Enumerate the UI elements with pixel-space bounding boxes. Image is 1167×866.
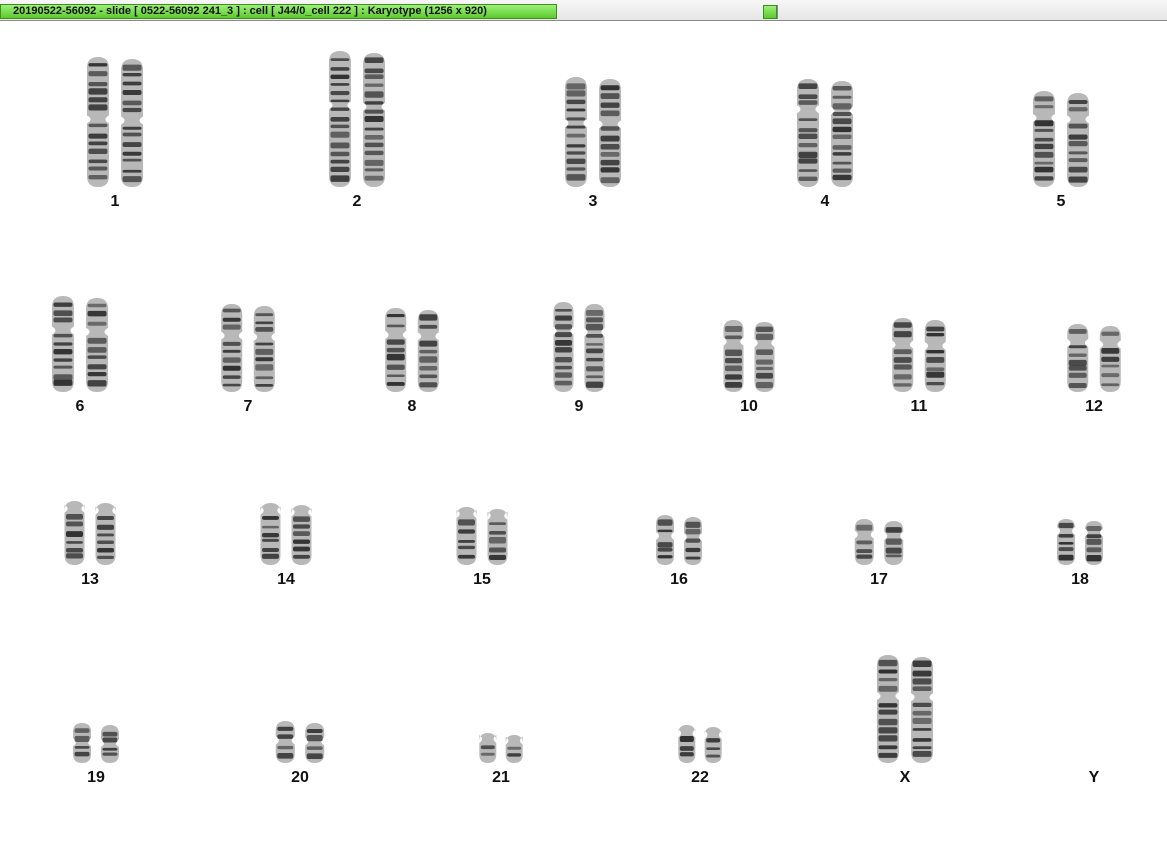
chromosome-pair-22[interactable]: [0, 22, 1167, 866]
chromosome-15-label: 15: [473, 571, 491, 588]
chromosome-12-label: 12: [1085, 398, 1103, 415]
chromosome-pair-16[interactable]: [0, 22, 1167, 866]
chromosome-21-label: 21: [492, 769, 510, 786]
chromatid-left: [723, 320, 744, 392]
chromosome-3-label: 3: [588, 193, 598, 210]
chromatid-left: [553, 302, 574, 392]
chromatid-left: [1057, 519, 1076, 565]
chromatid-right: [291, 505, 312, 565]
chromosome-7-label: 7: [243, 398, 253, 415]
chromatid-left: [678, 725, 696, 763]
chromatid-right: [100, 725, 119, 763]
chromatid-left: [456, 507, 477, 565]
chromosome-pair-7[interactable]: [0, 22, 1167, 866]
chromatid-right: [704, 727, 722, 763]
chromatid-left: [1067, 324, 1089, 392]
chromosome-pair-10[interactable]: [0, 22, 1167, 866]
chromatid-right: [1084, 521, 1103, 565]
karyotype-canvas: 1 2 3 4 5 6 7 8 9 10 11 12 13 14 15 16 17 18 19 20 21 22 X Y: [0, 22, 1167, 866]
chromatid-left: [892, 318, 914, 392]
chromosome-2-label: 2: [352, 193, 362, 210]
chromatid-left: [51, 296, 74, 392]
chromatid-left: [796, 79, 819, 187]
chromosome-18-label: 18: [1071, 571, 1089, 588]
chromosome-17-label: 17: [870, 571, 888, 588]
chromosome-9-label: 9: [574, 398, 584, 415]
chromosome-pair-8[interactable]: [0, 22, 1167, 866]
chromatid-left: [328, 51, 351, 187]
chromosome-pair-13[interactable]: [0, 22, 1167, 866]
chromosome-pair-3[interactable]: [0, 22, 1167, 866]
chromatid-right: [363, 53, 386, 187]
title-separator: [777, 5, 778, 19]
chromatid-left: [564, 77, 587, 187]
title-marker-icon[interactable]: [763, 5, 777, 19]
chromatid-right: [754, 322, 775, 392]
chromatid-right: [417, 310, 439, 392]
chromatid-left: [479, 733, 497, 763]
chromatid-right: [924, 320, 946, 392]
chromatid-right: [683, 517, 702, 565]
chromosome-y-label: Y: [1088, 769, 1100, 786]
chromatid-left: [73, 723, 92, 763]
chromosome-13-label: 13: [81, 571, 99, 588]
chromatid-right: [831, 81, 854, 187]
chromosome-x-label: X: [899, 769, 911, 786]
chromatid-left: [876, 655, 899, 763]
chromosome-pair-4[interactable]: [0, 22, 1167, 866]
chromosome-10-label: 10: [740, 398, 758, 415]
chromosome-16-label: 16: [670, 571, 688, 588]
chromatid-left: [656, 515, 675, 565]
chromatid-right: [911, 657, 934, 763]
chromosome-pair-12[interactable]: [0, 22, 1167, 866]
chromatid-right: [487, 509, 508, 565]
chromosome-14-label: 14: [277, 571, 295, 588]
chromatid-right: [584, 304, 605, 392]
chromosome-pair-21[interactable]: [0, 22, 1167, 866]
chromatid-right: [305, 723, 325, 763]
chromatid-left: [64, 501, 85, 565]
chromosome-pair-17[interactable]: [0, 22, 1167, 866]
window-title-tab[interactable]: 20190522-56092 - slide [ 0522-56092 241_…: [0, 4, 557, 19]
chromosome-pair-2[interactable]: [0, 22, 1167, 866]
chromatid-left: [221, 304, 243, 392]
chromatid-left: [1032, 91, 1055, 187]
window-titlebar: 20190522-56092 - slide [ 0522-56092 241_…: [0, 0, 1167, 21]
chromosome-22-label: 22: [691, 769, 709, 786]
chromatid-left: [854, 519, 874, 565]
chromosome-pair-20[interactable]: [0, 22, 1167, 866]
chromosome-pair-5[interactable]: [0, 22, 1167, 866]
chromatid-left: [260, 503, 281, 565]
chromatid-right: [884, 521, 904, 565]
chromatid-left: [275, 721, 295, 763]
chromatid-right: [253, 306, 275, 392]
chromosome-pair-19[interactable]: [0, 22, 1167, 866]
chromosome-4-label: 4: [820, 193, 830, 210]
chromosome-19-label: 19: [87, 769, 105, 786]
chromosome-pair-x[interactable]: [0, 22, 1167, 866]
chromosome-11-label: 11: [910, 398, 928, 415]
chromosome-pair-18[interactable]: [0, 22, 1167, 866]
chromosome-pair-9[interactable]: [0, 22, 1167, 866]
chromatid-left: [86, 57, 109, 187]
chromosome-pair-6[interactable]: [0, 22, 1167, 866]
chromatid-left: [385, 308, 407, 392]
chromosome-6-label: 6: [75, 398, 85, 415]
chromatid-right: [95, 503, 116, 565]
chromosome-pair-14[interactable]: [0, 22, 1167, 866]
chromosome-20-label: 20: [291, 769, 309, 786]
chromatid-right: [121, 59, 144, 187]
chromatid-right: [1099, 326, 1121, 392]
chromosome-pair-11[interactable]: [0, 22, 1167, 866]
chromosome-pair-15[interactable]: [0, 22, 1167, 866]
chromosome-pair-1[interactable]: [0, 22, 1167, 866]
chromatid-right: [505, 735, 523, 763]
chromosome-5-label: 5: [1056, 193, 1066, 210]
chromosome-1-label: 1: [110, 193, 120, 210]
chromatid-right: [599, 79, 622, 187]
chromatid-right: [86, 298, 109, 392]
chromosome-8-label: 8: [407, 398, 417, 415]
chromatid-right: [1067, 93, 1090, 187]
